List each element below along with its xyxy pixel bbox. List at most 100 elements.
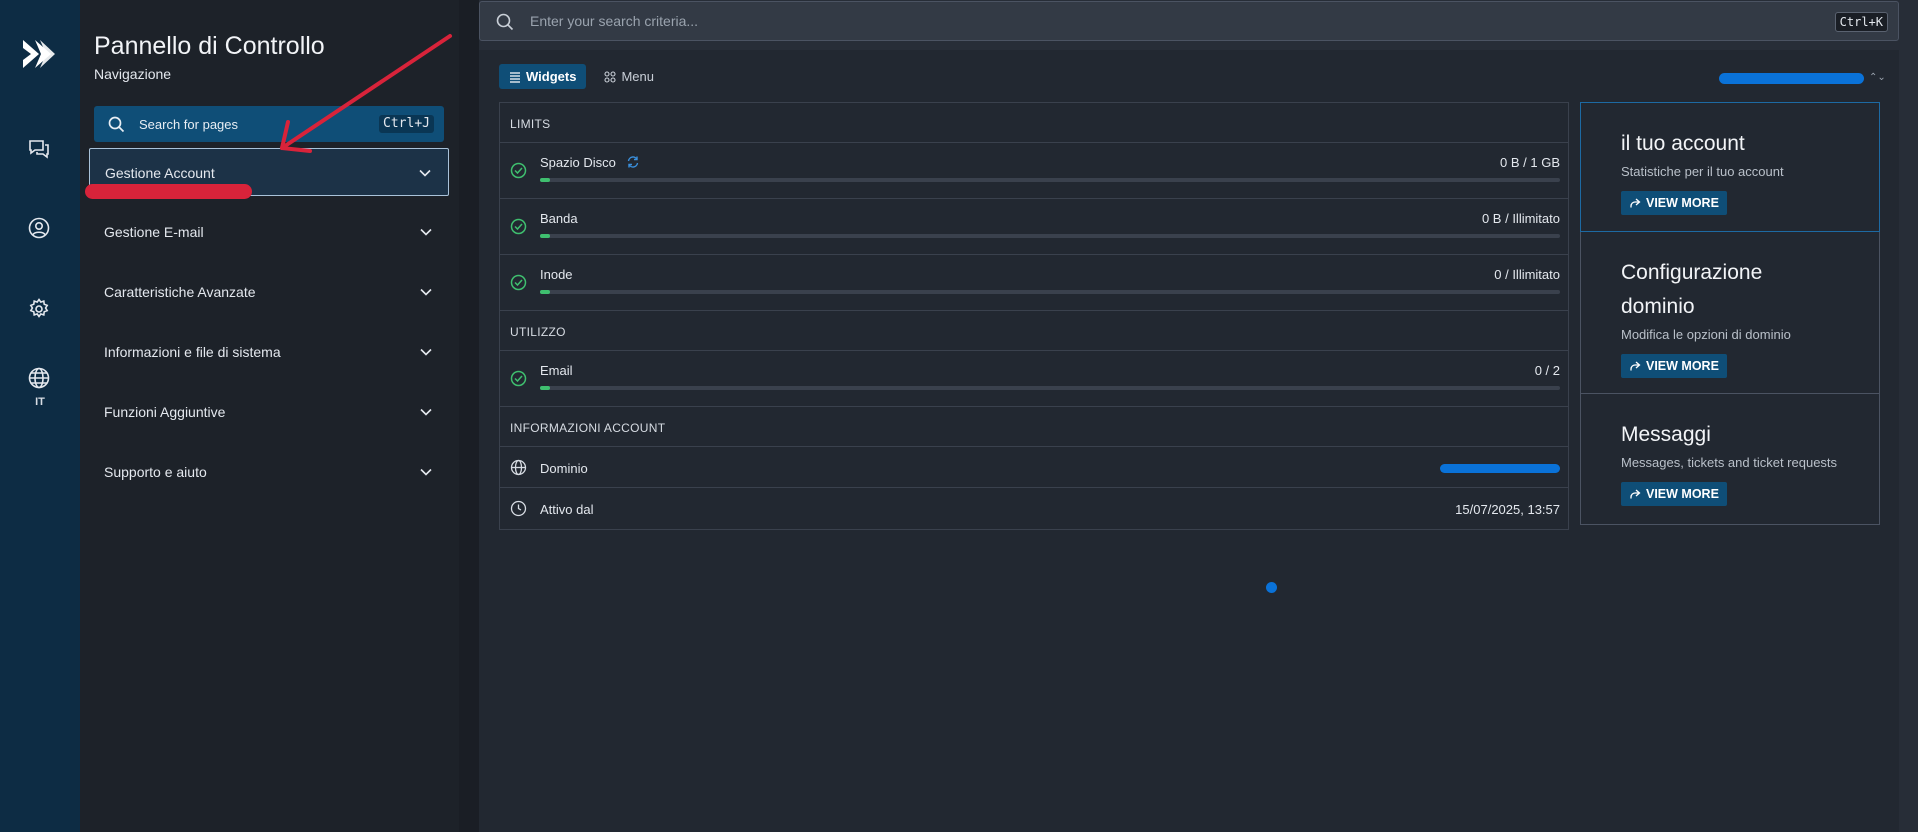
stat-row-bandwidth: Banda 0 B / Illimitato [500,199,1568,255]
nav-item-label: Caratteristiche Avanzate [104,284,256,300]
chat-icon[interactable] [23,132,55,164]
check-circle-icon [510,274,527,291]
tab-label: Widgets [526,69,577,84]
stat-value: 0 B / 1 GB [1500,155,1560,170]
globe-icon[interactable] [23,362,55,394]
chevron-down-icon [420,228,432,236]
card-domain-config: Configurazione dominio Modifica le opzio… [1581,232,1879,394]
nav-subtitle: Navigazione [94,66,172,82]
tab-widgets[interactable]: Widgets [499,64,587,89]
globe-icon [510,459,527,476]
clock-icon [510,500,527,517]
chevron-down-icon [420,348,432,356]
section-header-limits: LIMITS [500,103,1568,143]
share-icon [1630,198,1641,208]
tab-label: Menu [621,69,654,84]
info-row-active-since: Attivo dal 15/07/2025, 13:57 [500,488,1568,529]
search-icon [496,13,514,31]
progress-fill [540,386,551,390]
nav-item-label: Informazioni e file di sistema [104,344,281,360]
stat-row-inode: Inode 0 / Illimitato [500,255,1568,311]
nav-item-caratteristiche-avanzate[interactable]: Caratteristiche Avanzate [89,268,449,316]
stat-label: Email [540,363,573,378]
nav-item-informazioni-sistema[interactable]: Informazioni e file di sistema [89,328,449,376]
stat-value: 0 / 2 [1534,363,1560,378]
stats-table: LIMITS Spazio Disco 0 B / 1 GB Banda 0 B… [499,102,1569,530]
check-circle-icon [510,162,527,179]
list-icon [510,71,520,83]
chevron-down-icon [420,288,432,296]
progress-fill [540,178,551,182]
search-icon [108,116,125,133]
check-circle-icon [510,218,527,235]
panel-divider [459,0,479,832]
quick-cards: il tuo account Statistiche per il tuo ac… [1580,102,1880,525]
icon-rail: IT [0,0,80,832]
tab-menu[interactable]: Menu [594,64,664,89]
check-circle-icon [510,370,527,387]
view-more-button[interactable]: VIEW MORE [1621,354,1727,378]
red-underline-annotation [85,184,252,199]
nav-item-supporto-aiuto[interactable]: Supporto e aiuto [89,448,449,496]
progress-bar [540,386,1560,390]
red-arrow-annotation [280,34,452,153]
nav-item-gestione-email[interactable]: Gestione E-mail [89,208,449,256]
view-more-button[interactable]: VIEW MORE [1621,191,1727,215]
progress-bar [540,178,1560,182]
page-search-label: Search for pages [139,117,239,132]
button-label: VIEW MORE [1646,196,1719,210]
card-description: Messages, tickets and ticket requests [1621,455,1838,470]
nav-item-label: Supporto e aiuto [104,464,207,480]
gear-icon[interactable] [23,293,55,325]
progress-bar [540,234,1560,238]
chevron-down-icon [420,468,432,476]
nav-item-funzioni-aggiuntive[interactable]: Funzioni Aggiuntive [89,388,449,436]
logo-icon[interactable] [19,34,59,74]
stat-label: Inode [540,267,573,282]
chevron-down-icon [420,408,432,416]
refresh-icon[interactable] [626,155,640,169]
language-label[interactable]: IT [0,396,80,408]
button-label: VIEW MORE [1646,359,1719,373]
card-title: Messaggi [1621,423,1711,446]
card-account: il tuo account Statistiche per il tuo ac… [1580,102,1880,232]
dashboard-panel: Widgets Menu ⌃⌄ LIMITS Spazio Disco 0 B … [479,50,1899,832]
stat-value: 0 / Illimitato [1494,267,1560,282]
info-row-domain: Dominio [500,447,1568,488]
card-title: Configurazione dominio [1621,261,1763,318]
stat-row-email: Email 0 / 2 [500,351,1568,407]
section-header-account-info: INFORMAZIONI ACCOUNT [500,407,1568,447]
global-search-shortcut: Ctrl+K [1834,12,1888,32]
progress-bar [540,290,1560,294]
card-description: Modifica le opzioni di dominio [1621,327,1791,342]
redacted-domain-value [1440,464,1560,473]
info-label: Attivo dal [540,502,594,517]
nav-item-label: Gestione Account [105,165,215,181]
stat-label: Spazio Disco [540,155,640,170]
share-icon [1630,361,1641,371]
chevron-updown-icon[interactable]: ⌃⌄ [1869,72,1886,83]
stat-value: 0 B / Illimitato [1481,211,1560,226]
loading-indicator [1266,582,1277,593]
card-messages: Messaggi Messages, tickets and ticket re… [1581,394,1879,524]
stat-label: Banda [540,211,578,226]
progress-fill [540,234,551,238]
chevron-down-icon [419,169,431,177]
view-more-button[interactable]: VIEW MORE [1621,482,1727,506]
card-title: il tuo account [1621,132,1745,155]
stat-row-disk: Spazio Disco 0 B / 1 GB [500,143,1568,199]
global-search-bar[interactable]: Ctrl+K [479,1,1899,41]
card-description: Statistiche per il tuo account [1621,164,1784,179]
global-search-input[interactable] [530,8,1730,34]
user-icon[interactable] [23,212,55,244]
view-tabs: Widgets Menu [499,64,664,89]
grid-icon [604,70,617,83]
share-icon [1630,489,1641,499]
nav-item-label: Gestione E-mail [104,224,204,240]
redacted-selector[interactable] [1719,73,1864,84]
info-value: 15/07/2025, 13:57 [1455,502,1560,517]
button-label: VIEW MORE [1646,487,1719,501]
nav-item-label: Funzioni Aggiuntive [104,404,226,420]
info-label: Dominio [540,461,588,476]
section-header-usage: UTILIZZO [500,311,1568,351]
